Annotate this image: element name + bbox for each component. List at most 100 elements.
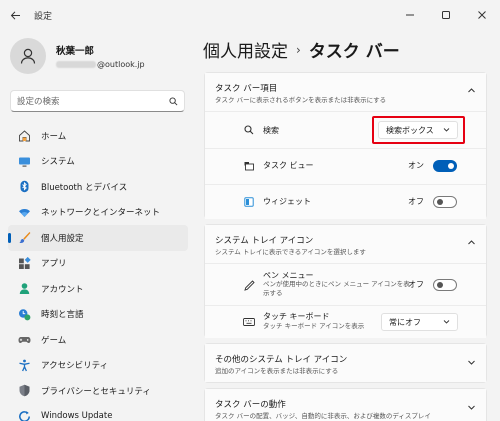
sidebar-item-label: 個人用設定 — [41, 233, 84, 244]
system-tray-section: システム トレイ アイコン システム トレイに表示できるアイコンを選択します ペ… — [204, 224, 487, 338]
apps-icon — [17, 256, 31, 270]
task-view-icon — [243, 160, 255, 172]
sidebar-item-label: アクセシビリティ — [41, 361, 109, 372]
home-icon — [17, 129, 31, 143]
update-icon — [17, 409, 31, 421]
profile-email-suffix: @outlook.jp — [97, 60, 145, 69]
sidebar-item-label: Windows Update — [41, 411, 113, 421]
other-tray-header[interactable]: その他のシステム トレイ アイコン 追加のアイコンを表示または非表示にする — [205, 344, 486, 382]
clock-globe-icon — [17, 307, 31, 321]
section-title: タスク バー項目 — [215, 84, 278, 94]
sidebar-item-bluetooth[interactable]: Bluetooth とデバイス — [8, 174, 188, 200]
section-title: その他のシステム トレイ アイコン — [215, 355, 348, 365]
sidebar-item-label: アプリ — [41, 259, 67, 270]
breadcrumb-separator: › — [296, 42, 301, 57]
section-title: システム トレイ アイコン — [215, 236, 314, 246]
task-view-row: タスク ビュー オン — [205, 149, 486, 184]
page-title: タスク バー — [308, 42, 400, 62]
close-icon — [478, 11, 486, 19]
maximize-icon — [442, 11, 450, 19]
gamepad-icon — [17, 333, 31, 347]
touch-keyboard-dropdown[interactable]: 常にオフ — [381, 313, 458, 331]
sidebar-item-home[interactable]: ホーム — [8, 123, 188, 149]
search-icon — [169, 96, 178, 105]
sidebar-item-gaming[interactable]: ゲーム — [8, 327, 188, 353]
chevron-down-icon — [443, 318, 450, 327]
sidebar-item-label: システム — [41, 157, 75, 168]
widgets-toggle[interactable] — [433, 196, 457, 208]
accessibility-icon — [17, 358, 31, 372]
person-icon — [20, 48, 36, 64]
section-subtitle: タスク バーに表示されるボタンを表示または非表示にする — [215, 96, 387, 104]
sidebar-item-accessibility[interactable]: アクセシビリティ — [8, 353, 188, 379]
chevron-down-icon — [467, 358, 476, 370]
bluetooth-icon — [17, 180, 31, 194]
sidebar-item-label: プライバシーとセキュリティ — [41, 386, 151, 397]
pen-menu-toggle[interactable] — [433, 279, 457, 291]
maximize-button[interactable] — [428, 0, 464, 30]
sidebar-item-label: ゲーム — [41, 335, 67, 346]
breadcrumb: 個人用設定 › タスク バー — [203, 37, 400, 62]
minimize-button[interactable] — [392, 0, 428, 30]
search-setting-row: 検索 検索ボックス — [205, 112, 486, 148]
sidebar-item-time-language[interactable]: 時刻と言語 — [8, 302, 188, 328]
wifi-icon — [17, 205, 31, 219]
sidebar-item-windows-update[interactable]: Windows Update — [8, 404, 188, 421]
user-profile[interactable]: 秋葉一郎 @outlook.jp — [10, 38, 145, 74]
sidebar-item-system[interactable]: システム — [8, 149, 188, 175]
system-tray-header[interactable]: システム トレイ アイコン システム トレイに表示できるアイコンを選択します — [205, 225, 486, 263]
task-view-state: オン — [408, 161, 424, 170]
widgets-state: オフ — [408, 197, 424, 206]
nav-list: ホーム システム Bluetooth とデバイス ネットワークとインターネット … — [8, 123, 188, 421]
search-icon — [243, 124, 255, 136]
window-controls — [392, 0, 500, 30]
widgets-label: ウィジェット — [263, 197, 311, 206]
task-view-toggle[interactable] — [433, 160, 457, 172]
sidebar-item-accounts[interactable]: アカウント — [8, 276, 188, 302]
taskbar-items-section: タスク バー項目 タスク バーに表示されるボタンを表示または非表示にする 検索 … — [204, 72, 487, 219]
chevron-down-icon — [467, 403, 476, 415]
sidebar-item-label: Bluetooth とデバイス — [41, 182, 128, 193]
back-button[interactable] — [0, 0, 30, 30]
touch-keyboard-value: 常にオフ — [389, 317, 421, 327]
settings-search-input[interactable]: 設定の検索 — [10, 90, 185, 112]
avatar — [10, 38, 46, 74]
brush-icon — [17, 231, 31, 245]
sidebar-item-privacy[interactable]: プライバシーとセキュリティ — [8, 378, 188, 404]
sidebar-item-apps[interactable]: アプリ — [8, 251, 188, 277]
chevron-up-icon — [467, 86, 476, 98]
highlight-box — [372, 116, 465, 144]
widgets-icon — [243, 196, 255, 208]
pen-menu-state: オフ — [408, 280, 424, 289]
section-subtitle: システム トレイに表示できるアイコンを選択します — [215, 248, 366, 256]
touch-keyboard-label: タッチ キーボード — [263, 312, 330, 321]
title-bar: 設定 — [0, 0, 500, 30]
chevron-up-icon — [467, 238, 476, 250]
sidebar: 秋葉一郎 @outlook.jp 設定の検索 ホーム システム Bluetoot… — [0, 30, 196, 421]
minimize-icon — [406, 14, 414, 16]
section-subtitle: タスク バーの配置、バッジ、自動的に非表示、および複数のディスプレイ — [215, 412, 431, 420]
email-redaction — [56, 61, 96, 68]
section-title: タスク バーの動作 — [215, 400, 286, 410]
taskbar-behavior-section[interactable]: タスク バーの動作 タスク バーの配置、バッジ、自動的に非表示、および複数のディ… — [204, 388, 487, 421]
section-subtitle: 追加のアイコンを表示または非表示にする — [215, 367, 339, 375]
account-icon — [17, 282, 31, 296]
search-setting-label: 検索 — [263, 126, 279, 135]
taskbar-items-header[interactable]: タスク バー項目 タスク バーに表示されるボタンを表示または非表示にする — [205, 73, 486, 111]
other-tray-section[interactable]: その他のシステム トレイ アイコン 追加のアイコンを表示または非表示にする — [204, 343, 487, 383]
profile-name: 秋葉一郎 — [56, 46, 95, 57]
sidebar-item-label: ホーム — [41, 131, 67, 142]
sidebar-item-label: アカウント — [41, 284, 84, 295]
search-placeholder: 設定の検索 — [17, 97, 60, 107]
shield-icon — [17, 384, 31, 398]
widgets-row: ウィジェット オフ — [205, 185, 486, 219]
back-arrow-icon — [10, 10, 20, 20]
taskbar-behavior-header[interactable]: タスク バーの動作 タスク バーの配置、バッジ、自動的に非表示、および複数のディ… — [205, 389, 486, 421]
close-button[interactable] — [464, 0, 500, 30]
sidebar-item-personalization[interactable]: 個人用設定 — [8, 225, 188, 251]
task-view-label: タスク ビュー — [263, 161, 314, 170]
profile-email: @outlook.jp — [56, 60, 145, 69]
pen-icon — [243, 279, 255, 291]
breadcrumb-parent[interactable]: 個人用設定 — [203, 37, 288, 62]
sidebar-item-network[interactable]: ネットワークとインターネット — [8, 200, 188, 226]
